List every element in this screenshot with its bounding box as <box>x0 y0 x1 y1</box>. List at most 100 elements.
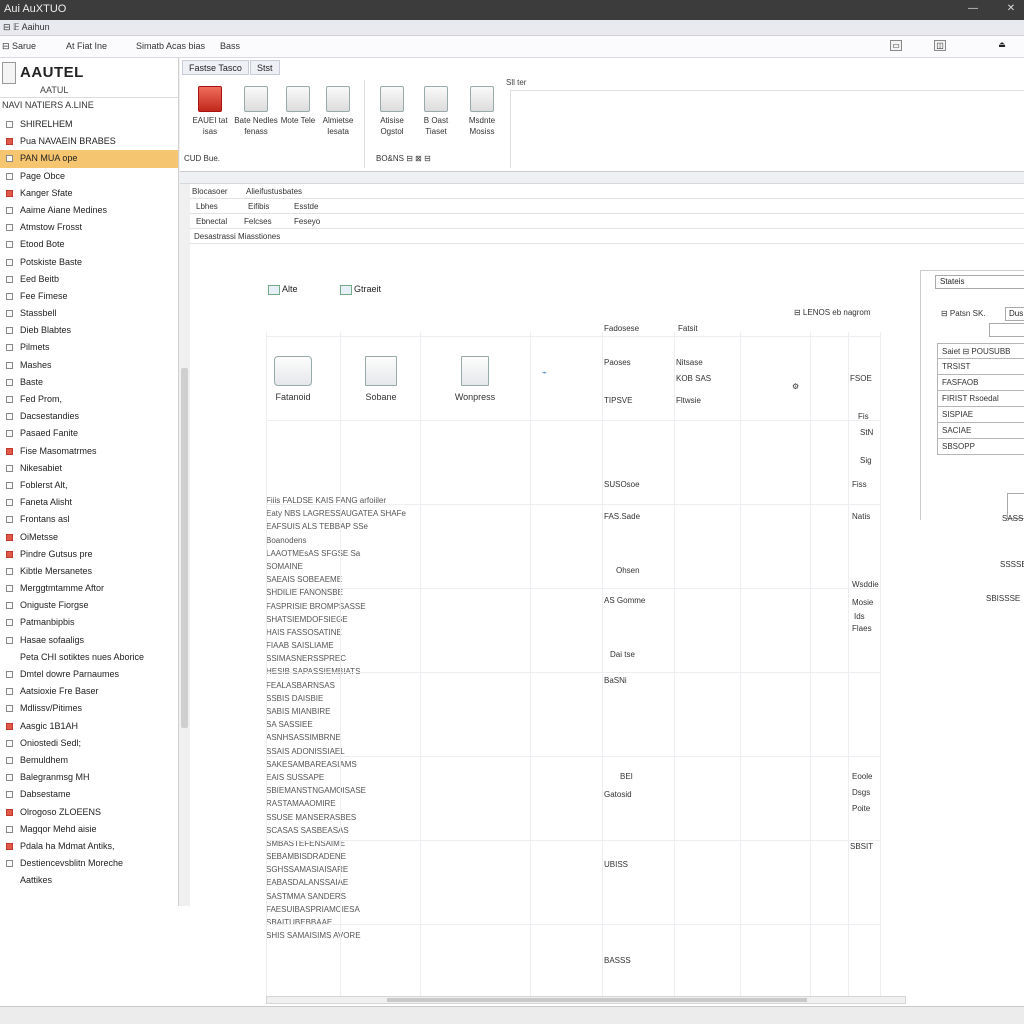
table-cell: Fis <box>858 412 869 421</box>
left-scrollbar[interactable] <box>178 58 190 906</box>
ribbon-small-tools[interactable]: BO&NS ⊟ ⊠ ⊟ <box>376 154 431 163</box>
sidebar-item[interactable]: Foblerst Alt, <box>0 477 178 494</box>
table-cell: UBISS <box>604 860 629 869</box>
panel-list-item[interactable]: FIRIST Rsoedal <box>937 391 1024 407</box>
grid-line <box>848 332 849 1002</box>
panel-list-item[interactable]: SBSOPP <box>937 439 1024 455</box>
sidebar-item[interactable]: Destiencevsblitn Moreche <box>0 855 178 872</box>
list-item: SSBIS DAISBIE <box>266 693 324 703</box>
sidebar-item[interactable]: Kibtle Mersanetes <box>0 563 178 580</box>
sidebar-item[interactable]: OiMetsse <box>0 529 178 546</box>
link-icon[interactable]: ⌁ <box>542 368 547 377</box>
menu-item-view[interactable]: Simatb Acas bias <box>136 41 205 51</box>
info-cell: Alieifustusbates <box>246 187 303 196</box>
sidebar-item[interactable]: Oniguste Fiorgse <box>0 597 178 614</box>
sidebar-item[interactable]: Hasae sofaaligs <box>0 632 178 649</box>
sidebar-item[interactable]: Dieb Blabtes <box>0 322 178 339</box>
sidebar-item[interactable]: Potskiste Baste <box>0 254 178 271</box>
sidebar-item[interactable]: Aatsioxie Fre Baser <box>0 683 178 700</box>
quick-access-item[interactable]: ⊟ 𝔼 Aaihun <box>3 22 50 33</box>
sidebar-item[interactable]: Stassbell <box>0 305 178 322</box>
panel-list-item[interactable]: SISPIAE <box>937 407 1024 423</box>
tool-alte[interactable]: Alte <box>268 284 298 295</box>
sidebar-item[interactable]: Pasaed Fanite <box>0 425 178 442</box>
list-item: LAAOTMEsAS SFGSE Sa <box>266 548 361 558</box>
panel-input-empty[interactable] <box>989 323 1024 337</box>
module-icon <box>6 619 13 627</box>
ribbon-button-mote[interactable]: Mote Tele <box>276 86 320 126</box>
sidebar-item[interactable]: Baste <box>0 374 178 391</box>
panel-list-item[interactable]: SACIAE <box>937 423 1024 439</box>
ribbon-button-bate[interactable]: Bate Nedles fenass <box>234 86 278 137</box>
sidebar-item[interactable]: Balegranmsg MH <box>0 769 178 786</box>
scroll-thumb[interactable] <box>181 368 188 728</box>
panel-list-item[interactable]: Saiet ⊟ POUSUBB <box>937 343 1024 359</box>
sidebar-item[interactable]: Bemuldhem <box>0 752 178 769</box>
sidebar-item[interactable]: Pua NAVAEIN BRABES <box>0 133 178 150</box>
sidebar-item[interactable]: Merggtmtamme Aftor <box>0 580 178 597</box>
ribbon-button-autel[interactable]: EAUEI tat isas <box>188 86 232 137</box>
sidebar-item[interactable]: Dmtel dowre Parnaumes <box>0 666 178 683</box>
sidebar-item[interactable]: Faneta Alisht <box>0 494 178 511</box>
sidebar-item[interactable]: Patmanbipbis <box>0 614 178 631</box>
sidebar-item[interactable]: PAN MUA ope <box>0 150 178 168</box>
sidebar-item[interactable]: Fed Prom, <box>0 391 178 408</box>
ribbon-button-boast[interactable]: B Oast Tiaset <box>414 86 458 137</box>
scroll-thumb[interactable] <box>387 998 807 1002</box>
horizontal-scrollbar[interactable] <box>266 996 906 1004</box>
ribbon-button-msdnte[interactable]: Msdnte Mosiss <box>460 86 504 137</box>
panel-list-item[interactable]: FASFAOB <box>937 375 1024 391</box>
gear-icon[interactable]: ⚙ <box>792 382 799 391</box>
panel-list-item[interactable]: TRSIST <box>937 359 1024 375</box>
close-button[interactable]: ✕ <box>1004 3 1018 15</box>
restore-icon[interactable]: ▭ <box>890 40 902 51</box>
sidebar-item[interactable]: Peta CHI sotiktes nues Aborice <box>0 649 178 666</box>
sidebar-item[interactable]: Aaime Aiane Medines <box>0 202 178 219</box>
tool-gtraeit[interactable]: Gtraeit <box>340 284 381 295</box>
window-icon[interactable]: ◫ <box>934 40 946 51</box>
sidebar-item[interactable]: SHIRELHEM <box>0 116 178 133</box>
state-dropdown[interactable]: Stateis <box>935 275 1024 289</box>
window-title: Aui AuXTUO <box>4 3 67 15</box>
tile-fatanoid[interactable]: Fatanoid <box>258 356 328 402</box>
sidebar-item[interactable]: Nikesabiet <box>0 460 178 477</box>
tile-sobane[interactable]: Sobane <box>346 356 416 402</box>
sidebar-item[interactable]: Dacsestandies <box>0 408 178 425</box>
ribbon-button-atisise[interactable]: Atisise Ogstol <box>370 86 414 137</box>
panel-input[interactable]: Dus <box>1005 307 1024 321</box>
list-item: FIAAB SAISLIAME <box>266 641 334 651</box>
menu-item-edit[interactable]: At Fiat Ine <box>66 41 107 51</box>
sidebar-item-label: Pasaed Fanite <box>20 428 79 439</box>
help-icon[interactable]: ⏏ <box>996 40 1008 51</box>
tile-wonpress[interactable]: Wonpress <box>440 356 510 402</box>
sidebar-item[interactable]: Page Obce <box>0 168 178 185</box>
ribbon-button-almietse[interactable]: Almietse Iesata <box>316 86 360 137</box>
sidebar-item[interactable]: Atmstow Frosst <box>0 219 178 236</box>
sidebar-item[interactable]: Eed Beitb <box>0 271 178 288</box>
sidebar-item[interactable]: Etood Bote <box>0 236 178 253</box>
sidebar-item[interactable]: Dabsestame <box>0 786 178 803</box>
menu-item-help[interactable]: Bass <box>220 41 240 51</box>
sidebar-item[interactable]: Mashes <box>0 357 178 374</box>
sidebar-item[interactable]: Aattikes <box>0 872 178 889</box>
zoom-label[interactable]: ⊟ LENOS eb nagrom <box>794 308 871 317</box>
sidebar-item[interactable]: Kanger Sfate <box>0 185 178 202</box>
sidebar-item[interactable]: Pdala ha Mdmat Antiks, <box>0 838 178 855</box>
sidebar-item[interactable]: Aasgic 1B1AH <box>0 718 178 735</box>
ribbon-tab-secondary[interactable]: Stst <box>250 60 280 75</box>
sidebar-item[interactable]: Pilmets <box>0 339 178 356</box>
sidebar-item[interactable]: Oniostedi Sedl; <box>0 735 178 752</box>
grid-line <box>266 504 880 505</box>
ribbon-tab-main[interactable]: Fastse Tasco <box>182 60 249 75</box>
sidebar-item-label: Peta CHI sotiktes nues Aborice <box>20 651 145 662</box>
info-cell: Esstde <box>294 202 319 211</box>
sidebar-item[interactable]: Pindre Gutsus pre <box>0 546 178 563</box>
sidebar-item[interactable]: Fee Fimese <box>0 288 178 305</box>
sidebar-item[interactable]: Magqor Mehd aisie <box>0 821 178 838</box>
sidebar-item[interactable]: Olrogoso ZLOEENS <box>0 804 178 821</box>
sidebar-item[interactable]: Mdlissv/Pitimes <box>0 700 178 717</box>
minimize-button[interactable]: — <box>966 3 980 15</box>
menu-item-file[interactable]: ⊟ Sarue <box>2 41 36 52</box>
sidebar-item[interactable]: Fise Masomatrmes <box>0 443 178 460</box>
sidebar-item[interactable]: Frontans asl <box>0 511 178 528</box>
